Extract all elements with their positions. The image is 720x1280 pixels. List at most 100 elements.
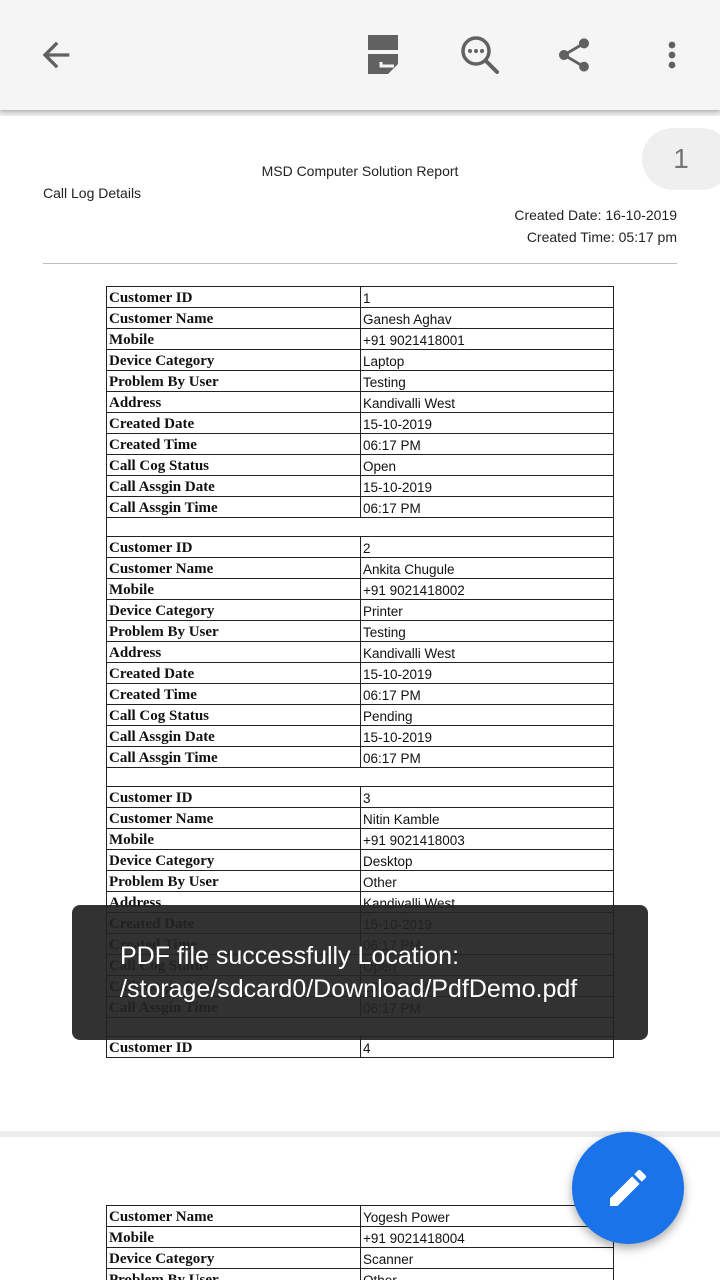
field-label: Address [106, 391, 361, 413]
field-value: 06:17 PM [360, 433, 614, 455]
more-vert-icon [668, 41, 676, 69]
table-row: Customer ID 1 [106, 286, 614, 308]
more-options-button[interactable] [642, 25, 702, 85]
field-label: Call Assgin Date [106, 475, 361, 497]
table-row: Problem By UserOther [106, 1268, 614, 1280]
record-separator-row [106, 517, 614, 537]
field-value: Ankita Chugule [360, 557, 614, 579]
table-row: Customer Name Ganesh Aghav [106, 307, 614, 329]
field-label: Device Category [106, 1247, 361, 1269]
field-value: Testing [360, 370, 614, 392]
share-button[interactable] [544, 25, 604, 85]
table-row: Mobile +91 9021418003 [106, 828, 614, 850]
table-row: Address Kandivalli West [106, 641, 614, 663]
field-value: 3 [360, 786, 614, 808]
table-row: Call Assgin Date15-10-2019 [106, 725, 614, 747]
field-value: Ganesh Aghav [360, 307, 614, 329]
field-value: 15-10-2019 [360, 412, 614, 434]
field-label: Call Cog Status [106, 704, 361, 726]
page-layout-button[interactable] [354, 25, 414, 85]
table-row: Problem By User Testing [106, 620, 614, 642]
table-row: Customer Name Nitin Kamble [106, 807, 614, 829]
share-icon [559, 38, 589, 72]
field-label: Created Date [106, 662, 361, 684]
field-label: Customer Name [106, 307, 361, 329]
separator-cell [106, 517, 614, 537]
table-row: Mobile +91 9021418004 [106, 1226, 614, 1248]
created-date: Created Date: 16-10-2019 [514, 207, 677, 223]
field-value: 1 [360, 286, 614, 308]
report-subtitle: Call Log Details [43, 185, 142, 201]
table-row: Device Category Printer [106, 599, 614, 621]
created-time: Created Time: 05:17 pm [526, 229, 677, 245]
page-layout-icon [368, 35, 398, 74]
field-value: Desktop [360, 849, 614, 871]
table-row: Customer Name Ankita Chugule [106, 557, 614, 579]
field-label: Problem By User [106, 370, 361, 392]
field-label: Created Date [106, 412, 361, 434]
table-row: Call Cog Status Pending [106, 704, 614, 726]
field-value: Other [360, 1268, 614, 1280]
top-toolbar [0, 0, 720, 110]
field-label: Customer Name [106, 1205, 361, 1227]
field-value: +91 9021418003 [360, 828, 614, 850]
field-value: Laptop [360, 349, 614, 371]
table-row: Created Time06:17 PM [106, 683, 614, 705]
table-row: Created Time06:17 PM [106, 433, 614, 455]
field-label: Device Category [106, 349, 361, 371]
record-separator-row [106, 767, 614, 787]
field-label: Call Cog Status [106, 454, 361, 476]
field-label: Problem By User [106, 870, 361, 892]
page-number-indicator: 1 [642, 128, 720, 190]
field-value: 15-10-2019 [360, 725, 614, 747]
table-row: Mobile +91 9021418002 [106, 578, 614, 600]
field-label: Customer Name [106, 557, 361, 579]
field-value: Other [360, 870, 614, 892]
field-label: Problem By User [106, 620, 361, 642]
table-row: Device Category Laptop [106, 349, 614, 371]
field-value: Open [360, 454, 614, 476]
field-value: +91 9021418002 [360, 578, 614, 600]
back-button[interactable] [26, 25, 86, 85]
table-row: Customer ID 3 [106, 786, 614, 808]
field-value: Kandivalli West [360, 391, 614, 413]
table-row: Call Assgin Time06:17 PM [106, 496, 614, 518]
field-label: Customer ID [106, 286, 361, 308]
field-label: Call Assgin Time [106, 496, 361, 518]
table-row: Device Category Scanner [106, 1247, 614, 1269]
field-value: Pending [360, 704, 614, 726]
field-value: 15-10-2019 [360, 662, 614, 684]
table-row: Call Assgin Time06:17 PM [106, 746, 614, 768]
field-label: Customer ID [106, 786, 361, 808]
field-label: Created Time [106, 433, 361, 455]
separator-cell [106, 767, 614, 787]
field-value: Scanner [360, 1247, 614, 1269]
field-label: Address [106, 641, 361, 663]
search-icon [461, 36, 499, 74]
table-row: Call Cog StatusOpen [106, 454, 614, 476]
table-row: Created Date15-10-2019 [106, 412, 614, 434]
table-row: Problem By UserOther [106, 870, 614, 892]
search-button[interactable] [450, 25, 510, 85]
field-value: Printer [360, 599, 614, 621]
edit-fab-button[interactable] [572, 1132, 684, 1244]
field-value: Nitin Kamble [360, 807, 614, 829]
table-row: Customer Name Yogesh Power [106, 1205, 614, 1227]
edit-pencil-icon [610, 1169, 647, 1206]
table-row: Customer ID 2 [106, 536, 614, 558]
field-value: +91 9021418004 [360, 1226, 614, 1248]
field-label: Problem By User [106, 1268, 361, 1280]
field-value: 15-10-2019 [360, 475, 614, 497]
field-value: 2 [360, 536, 614, 558]
field-label: Mobile [106, 1226, 361, 1248]
field-label: Call Assgin Time [106, 746, 361, 768]
report-title: MSD Computer Solution Report [261, 163, 459, 179]
toast-message: PDF file successfully Location: /storage… [72, 905, 648, 1040]
field-label: Mobile [106, 578, 361, 600]
table-row: Device Category Desktop [106, 849, 614, 871]
field-label: Customer Name [106, 807, 361, 829]
field-label: Created Time [106, 683, 361, 705]
arrow-left-icon [42, 41, 70, 69]
field-value: Kandivalli West [360, 641, 614, 663]
field-label: Mobile [106, 328, 361, 350]
